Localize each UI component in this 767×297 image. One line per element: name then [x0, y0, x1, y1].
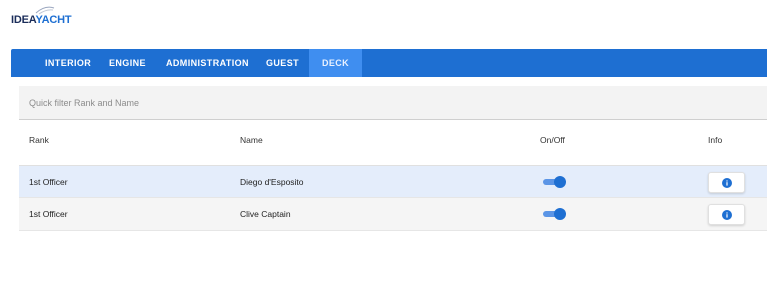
info-button[interactable] — [708, 172, 745, 193]
column-header-onoff[interactable]: On/Off — [540, 135, 565, 145]
table-row[interactable]: 1st Officer Diego d'Esposito — [19, 165, 767, 198]
logo-text-yacht: YACHT — [35, 14, 72, 26]
tab-guest[interactable]: GUEST — [266, 49, 299, 77]
info-icon — [722, 178, 732, 188]
tab-interior[interactable]: INTERIOR — [45, 49, 91, 77]
tab-administration[interactable]: ADMINISTRATION — [166, 49, 249, 77]
toggle-knob — [554, 208, 566, 220]
department-tabs: INTERIOR ENGINE ADMINISTRATION GUEST DEC… — [11, 49, 767, 77]
quick-filter-input[interactable] — [19, 86, 767, 119]
crew-table-panel: Rank Name On/Off Info 1st Officer Diego … — [19, 86, 767, 234]
column-header-rank[interactable]: Rank — [29, 135, 49, 145]
info-button[interactable] — [708, 204, 745, 225]
on-off-toggle[interactable] — [543, 208, 566, 220]
tab-engine[interactable]: ENGINE — [109, 49, 146, 77]
name-cell: Diego d'Esposito — [240, 177, 304, 187]
column-header-info[interactable]: Info — [708, 135, 722, 145]
rank-cell: 1st Officer — [29, 177, 68, 187]
toggle-knob — [554, 176, 566, 188]
tab-deck[interactable]: DECK — [309, 49, 362, 77]
on-off-toggle[interactable] — [543, 176, 566, 188]
logo-text-idea: IDEA — [11, 14, 36, 26]
app-logo: IDEAYACHT — [11, 6, 91, 26]
table-row[interactable]: 1st Officer Clive Captain — [19, 198, 767, 231]
column-header-name[interactable]: Name — [240, 135, 263, 145]
rank-cell: 1st Officer — [29, 209, 68, 219]
name-cell: Clive Captain — [240, 209, 291, 219]
quick-filter — [19, 86, 767, 120]
info-icon — [722, 210, 732, 220]
